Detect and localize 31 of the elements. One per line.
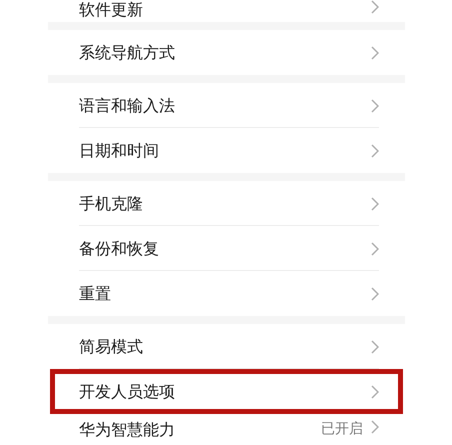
chevron-icon — [371, 0, 379, 14]
item-label: 重置 — [79, 284, 112, 303]
settings-item[interactable]: 语言和输入法 — [48, 83, 405, 128]
item-label: 华为智慧能力 — [79, 420, 176, 439]
chevron-icon — [371, 420, 379, 434]
item-label: 开发人员选项 — [79, 382, 176, 401]
item-label: 语言和输入法 — [79, 96, 176, 115]
settings-item[interactable]: 软件更新 — [48, 0, 405, 22]
item-label: 系统导航方式 — [79, 43, 176, 62]
item-label: 备份和恢复 — [79, 239, 160, 258]
settings-item[interactable]: 备份和恢复 — [48, 226, 405, 271]
chevron-icon — [371, 196, 379, 210]
chevron-icon — [371, 144, 379, 158]
chevron-icon — [371, 286, 379, 300]
settings-item[interactable]: 手机克隆 — [48, 181, 405, 226]
chevron-icon — [371, 98, 379, 112]
item-value: 已开启 — [321, 420, 363, 439]
chevron-icon — [371, 340, 379, 354]
item-label: 日期和时间 — [79, 141, 160, 160]
settings-item[interactable]: 华为智慧能力 已开启 — [48, 414, 405, 441]
item-label: 软件更新 — [79, 0, 144, 19]
settings-item[interactable]: 简易模式 — [48, 324, 405, 369]
settings-item[interactable]: 日期和时间 — [48, 128, 405, 173]
settings-item[interactable]: 系统导航方式 — [48, 30, 405, 75]
chevron-icon — [371, 242, 379, 256]
settings-item[interactable]: 开发人员选项 — [48, 369, 405, 414]
chevron-icon — [371, 384, 379, 398]
chevron-icon — [371, 46, 379, 60]
settings-item[interactable]: 重置 — [48, 271, 405, 316]
item-label: 手机克隆 — [79, 194, 144, 213]
item-label: 简易模式 — [79, 337, 144, 356]
